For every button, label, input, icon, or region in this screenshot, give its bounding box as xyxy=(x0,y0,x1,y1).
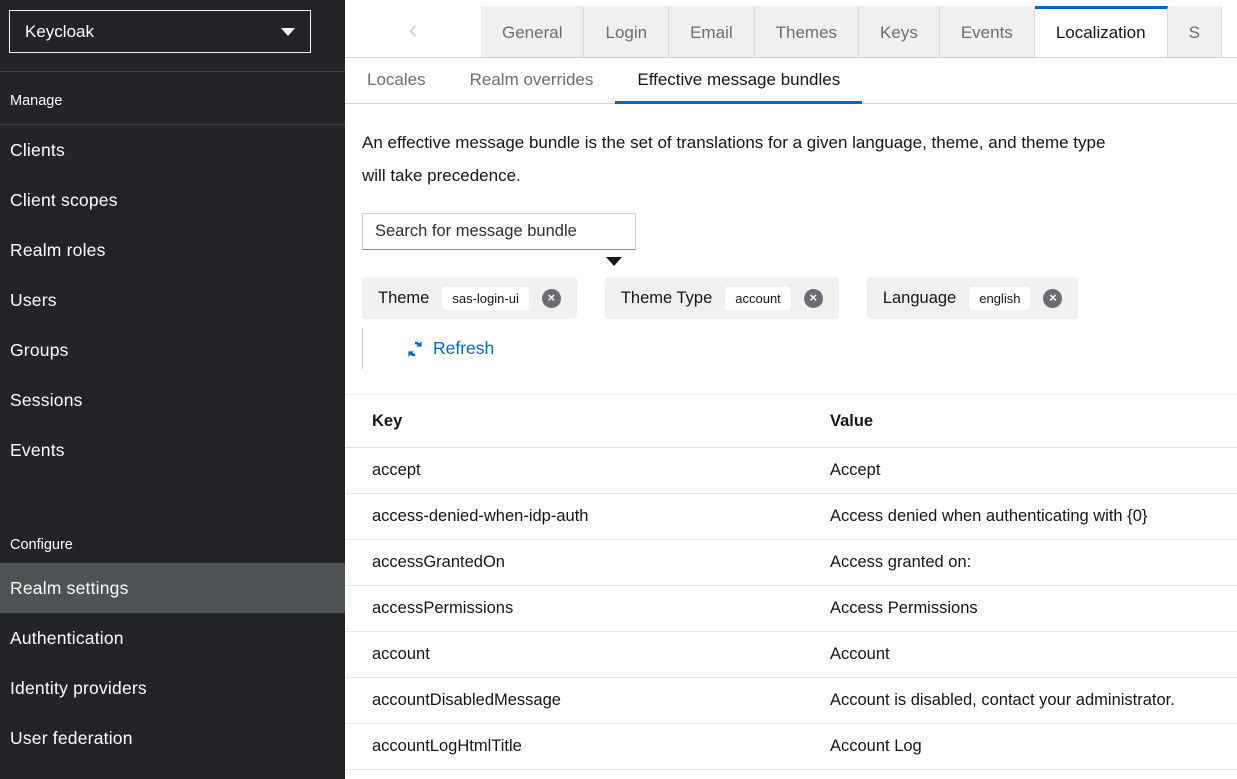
chevron-down-icon xyxy=(281,28,295,36)
realm-name: Keycloak xyxy=(25,22,94,42)
nav-section-gap xyxy=(0,475,345,515)
bundle-value: Accept xyxy=(814,448,1237,494)
sidebar-item-authentication[interactable]: Authentication xyxy=(0,613,345,663)
filter-chip-language: Language english xyxy=(867,277,1079,319)
tab-login[interactable]: Login xyxy=(584,6,669,57)
table-header-row: Key Value xyxy=(345,395,1237,448)
subtab-realm-overrides[interactable]: Realm overrides xyxy=(448,58,616,104)
table-row: accessGrantedOn Access granted on: xyxy=(345,540,1237,586)
sidebar-item-client-scopes[interactable]: Client scopes xyxy=(0,175,345,225)
filter-dropdown-caret-icon[interactable] xyxy=(606,257,622,266)
chip-label: Theme xyxy=(378,289,429,308)
chip-value: english xyxy=(969,287,1030,310)
bundle-key: accessPermissions xyxy=(345,586,814,632)
description-line-2: will take precedence. xyxy=(362,159,1237,192)
table-row: access-denied-when-idp-auth Access denie… xyxy=(345,494,1237,540)
sidebar: Keycloak Manage Clients Client scopes Re… xyxy=(0,0,345,779)
table-row: accountLogHtmlTitle Account Log xyxy=(345,724,1237,770)
bundle-value: Access denied when authenticating with {… xyxy=(814,494,1237,540)
refresh-button[interactable]: Refresh xyxy=(362,328,494,369)
localization-subtabs: Locales Realm overrides Effective messag… xyxy=(345,58,1237,104)
sidebar-item-users[interactable]: Users xyxy=(0,275,345,325)
filter-chip-theme: Theme sas-login-ui xyxy=(362,277,577,319)
sidebar-nav: Manage Clients Client scopes Realm roles… xyxy=(0,72,345,763)
search-input[interactable] xyxy=(362,213,636,250)
nav-section-manage: Manage xyxy=(0,72,345,125)
realm-settings-tabbar: ‹ General Login Email Themes Keys Events… xyxy=(345,0,1237,58)
message-bundle-table: Key Value accept Accept access-denied-wh… xyxy=(345,394,1237,770)
filter-chip-row: Theme sas-login-ui Theme Type account La… xyxy=(362,277,1237,319)
filter-chip-theme-type: Theme Type account xyxy=(605,277,839,319)
column-header-value: Value xyxy=(814,395,1237,448)
table-row: account Account xyxy=(345,632,1237,678)
times-circle-icon[interactable] xyxy=(804,289,823,308)
main-content: ‹ General Login Email Themes Keys Events… xyxy=(345,0,1237,779)
refresh-label: Refresh xyxy=(433,338,494,359)
search-area xyxy=(362,213,636,250)
sidebar-item-identity-providers[interactable]: Identity providers xyxy=(0,663,345,713)
bundle-value: Account xyxy=(814,632,1237,678)
chip-value: sas-login-ui xyxy=(442,287,528,310)
realm-selector[interactable]: Keycloak xyxy=(9,10,311,53)
bundle-key: accountLogHtmlTitle xyxy=(345,724,814,770)
bundle-key: account xyxy=(345,632,814,678)
bundle-value: Account Log xyxy=(814,724,1237,770)
bundle-key: accessGrantedOn xyxy=(345,540,814,586)
subtab-locales[interactable]: Locales xyxy=(345,58,448,104)
tab-general[interactable]: General xyxy=(481,6,584,57)
chip-value: account xyxy=(725,287,791,310)
table-row: accessPermissions Access Permissions xyxy=(345,586,1237,632)
sidebar-item-clients[interactable]: Clients xyxy=(0,125,345,175)
chip-label: Theme Type xyxy=(621,289,712,308)
sidebar-item-events[interactable]: Events xyxy=(0,425,345,475)
tab-themes[interactable]: Themes xyxy=(755,6,859,57)
bundle-value: Access Permissions xyxy=(814,586,1237,632)
times-circle-icon[interactable] xyxy=(1043,289,1062,308)
chip-label: Language xyxy=(883,289,956,308)
bundle-value: Access granted on: xyxy=(814,540,1237,586)
table-row: accept Accept xyxy=(345,448,1237,494)
table-row: accountDisabledMessage Account is disabl… xyxy=(345,678,1237,724)
sidebar-item-realm-roles[interactable]: Realm roles xyxy=(0,225,345,275)
sidebar-item-user-federation[interactable]: User federation xyxy=(0,713,345,763)
tab-partial[interactable]: S xyxy=(1168,6,1222,57)
subtab-effective-message-bundles[interactable]: Effective message bundles xyxy=(615,58,862,104)
tab-keys[interactable]: Keys xyxy=(859,6,940,57)
sync-icon xyxy=(406,340,424,358)
tab-events[interactable]: Events xyxy=(940,6,1035,57)
bundle-value: Account is disabled, contact your admini… xyxy=(814,678,1237,724)
angle-left-icon: ‹ xyxy=(409,14,418,45)
sidebar-item-groups[interactable]: Groups xyxy=(0,325,345,375)
tab-scroll-left-button[interactable]: ‹ xyxy=(345,6,481,57)
sidebar-item-realm-settings[interactable]: Realm settings xyxy=(0,563,345,613)
times-circle-icon[interactable] xyxy=(542,289,561,308)
column-header-key: Key xyxy=(345,395,814,448)
effective-bundles-section: An effective message bundle is the set o… xyxy=(345,104,1237,394)
tab-localization[interactable]: Localization xyxy=(1035,6,1168,58)
page-description: An effective message bundle is the set o… xyxy=(362,126,1237,192)
tab-email[interactable]: Email xyxy=(669,6,755,57)
sidebar-item-sessions[interactable]: Sessions xyxy=(0,375,345,425)
bundle-key: access-denied-when-idp-auth xyxy=(345,494,814,540)
bundle-key: accountDisabledMessage xyxy=(345,678,814,724)
nav-section-configure: Configure xyxy=(0,515,345,563)
description-line-1: An effective message bundle is the set o… xyxy=(362,126,1237,159)
bundle-key: accept xyxy=(345,448,814,494)
